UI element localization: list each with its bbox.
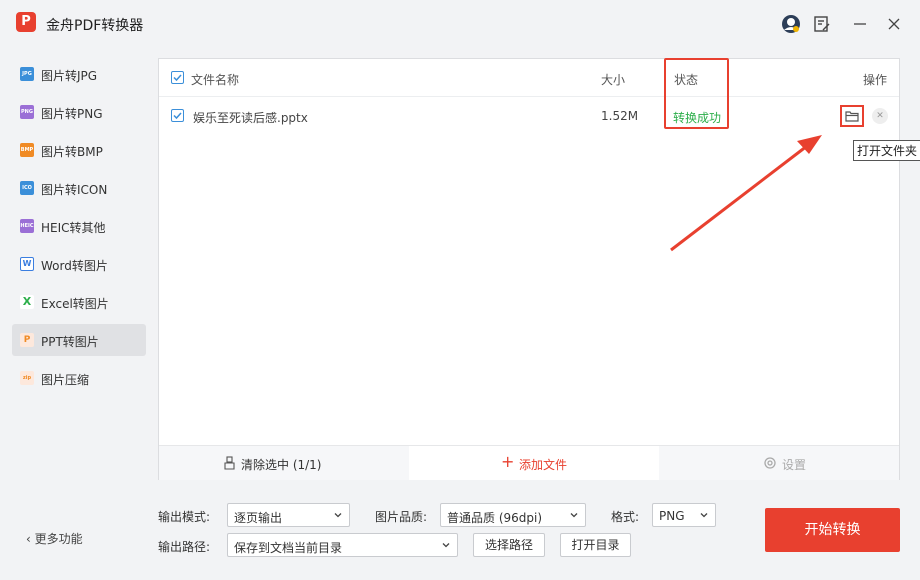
more-features-label: 更多功能 — [34, 532, 83, 546]
sidebar-item-ppt[interactable]: P PPT转图片 — [12, 324, 146, 356]
sidebar-item-jpg[interactable]: JPG 图片转JPG — [12, 58, 146, 90]
quality-value: 普通品质 (96dpi) — [447, 511, 543, 525]
sidebar-item-label: HEIC转其他 — [41, 221, 106, 235]
sidebar-item-heic[interactable]: HEIC HEIC转其他 — [12, 210, 146, 242]
sidebar-item-label: Word转图片 — [41, 259, 108, 273]
chevron-down-icon — [442, 543, 450, 548]
add-file-label: 添加文件 — [519, 458, 568, 472]
app-logo: P — [16, 12, 36, 32]
output-path-label: 输出路径: — [158, 540, 211, 554]
chevron-left-icon: ‹ — [26, 532, 31, 546]
more-features-link[interactable]: ‹ 更多功能 — [26, 530, 83, 547]
feedback-icon[interactable] — [812, 14, 832, 34]
close-icon[interactable] — [884, 14, 904, 34]
minimize-icon[interactable] — [850, 14, 870, 34]
compress-icon: zip — [20, 371, 34, 385]
start-convert-button[interactable]: 开始转换 — [765, 508, 900, 552]
sidebar-item-label: Excel转图片 — [41, 297, 109, 311]
choose-path-button[interactable]: 选择路径 — [473, 533, 545, 557]
sidebar-item-compress[interactable]: zip 图片压缩 — [12, 362, 146, 394]
sidebar-item-bmp[interactable]: BMP 图片转BMP — [12, 134, 146, 166]
sidebar-item-label: 图片转JPG — [41, 69, 98, 83]
sidebar-item-label: 图片转ICON — [41, 183, 108, 197]
sidebar-item-label: 图片压缩 — [41, 373, 90, 387]
title-bar: P 金舟PDF转换器 — [0, 0, 920, 48]
quality-select[interactable]: 普通品质 (96dpi) — [440, 503, 586, 527]
sidebar-item-icon[interactable]: ICO 图片转ICON — [12, 172, 146, 204]
output-path-value: 保存到文档当前目录 — [234, 541, 343, 555]
format-label: 格式: — [611, 510, 640, 524]
sidebar-item-png[interactable]: PNG 图片转PNG — [12, 96, 146, 128]
chevron-down-icon — [334, 513, 342, 518]
broom-icon — [224, 456, 235, 470]
list-toolbar: 清除选中 (1/1) + 添加文件 设置 — [159, 445, 899, 480]
format-value: PNG — [659, 509, 685, 523]
bmp-icon: BMP — [20, 143, 34, 157]
word-icon: W — [20, 257, 34, 271]
open-directory-button[interactable]: 打开目录 — [560, 533, 631, 557]
format-select[interactable]: PNG — [652, 503, 716, 527]
ppt-icon: P — [20, 333, 34, 347]
output-mode-value: 逐页输出 — [234, 511, 283, 525]
chevron-down-icon — [570, 513, 578, 518]
sidebar-item-label: 图片转BMP — [41, 145, 103, 159]
quality-label: 图片品质: — [375, 510, 428, 524]
sidebar-item-word[interactable]: W Word转图片 — [12, 248, 146, 280]
plus-icon: + — [501, 452, 515, 471]
settings-button[interactable]: 设置 — [659, 446, 899, 480]
settings-label: 设置 — [782, 458, 807, 472]
gear-icon — [764, 457, 776, 469]
output-mode-select[interactable]: 逐页输出 — [227, 503, 350, 527]
clear-selected-label: 清除选中 (1/1) — [241, 458, 322, 472]
jpg-icon: JPG — [20, 67, 34, 81]
output-path-select[interactable]: 保存到文档当前目录 — [227, 533, 458, 557]
excel-icon: X — [20, 295, 34, 309]
heic-icon: HEIC — [20, 219, 34, 233]
sidebar-item-excel[interactable]: X Excel转图片 — [12, 286, 146, 318]
sidebar-item-label: PPT转图片 — [41, 335, 99, 349]
clear-selected-button[interactable]: 清除选中 (1/1) — [159, 446, 409, 480]
ico-icon: ICO — [20, 181, 34, 195]
add-file-button[interactable]: + 添加文件 — [409, 446, 659, 480]
file-list-panel: 文件名称 大小 状态 操作 娱乐至死读后感.pptx 1.52M 转换成功 ✕ … — [158, 58, 920, 480]
sidebar-item-label: 图片转PNG — [41, 107, 103, 121]
app-title: 金舟PDF转换器 — [46, 18, 144, 34]
output-mode-label: 输出模式: — [158, 510, 211, 524]
png-icon: PNG — [20, 105, 34, 119]
chevron-down-icon — [700, 513, 708, 518]
user-avatar-icon[interactable] — [781, 14, 801, 34]
annotation-arrow — [670, 135, 822, 252]
